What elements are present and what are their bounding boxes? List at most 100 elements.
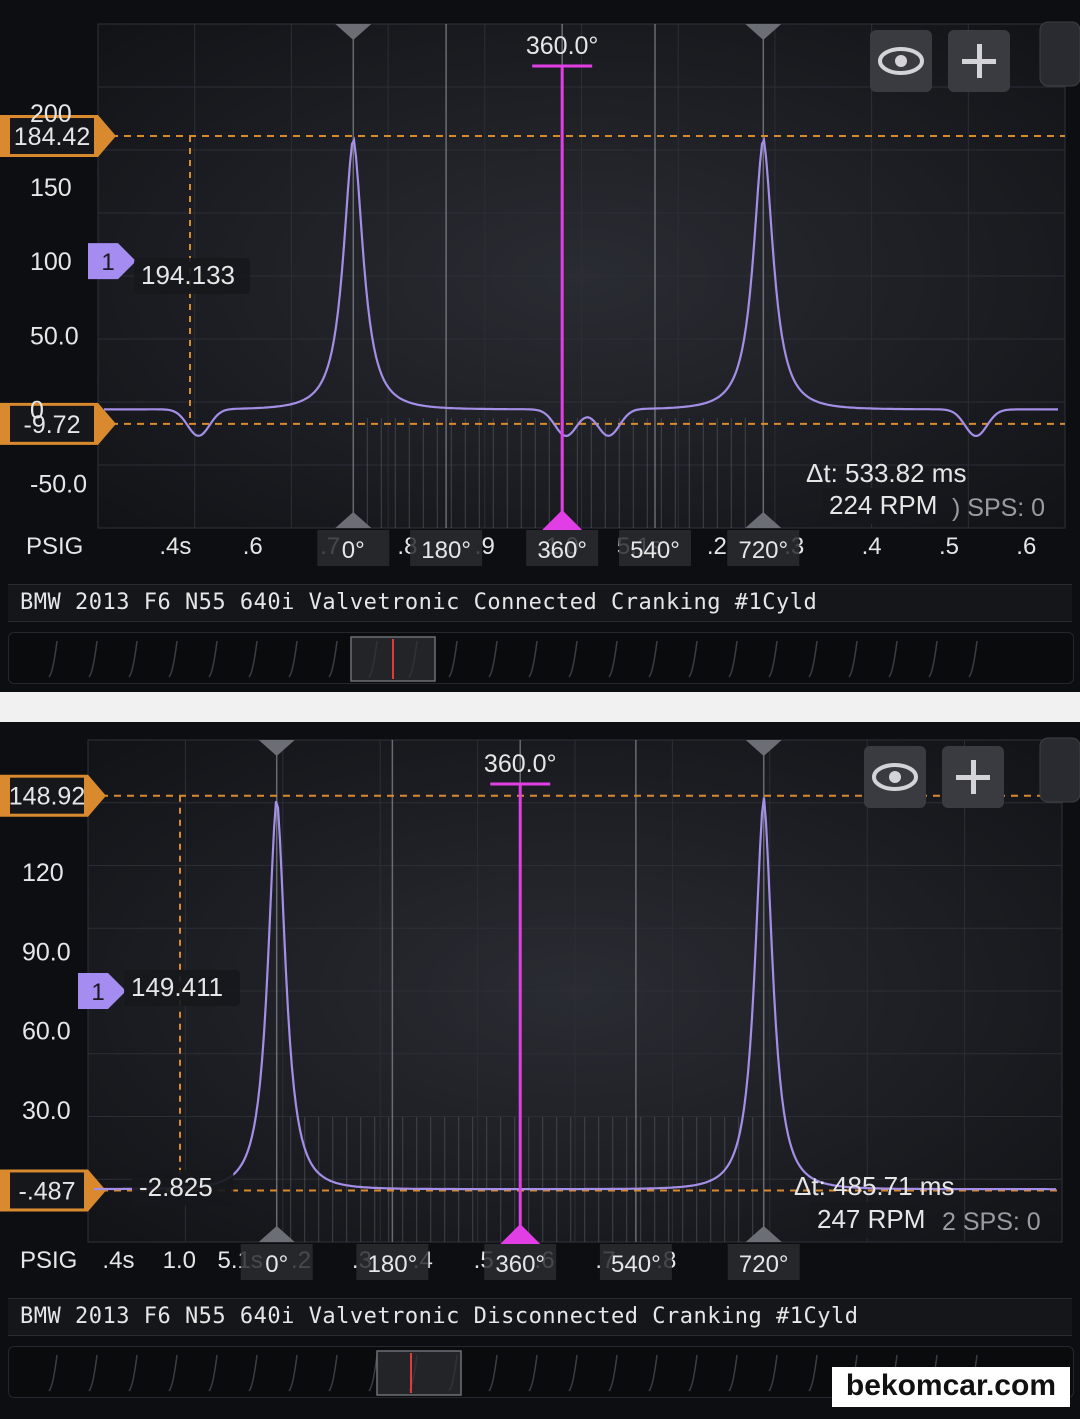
degree-label: 540° (599, 1244, 672, 1280)
y-tick-label: -50.0 (30, 471, 87, 499)
plus-horizontal (962, 59, 996, 64)
overview-trace (608, 1354, 618, 1392)
overview-trace (488, 1354, 498, 1392)
value-readout-text: 194.133 (141, 260, 235, 290)
delta-t-readout: Δt: 533.82 ms (806, 458, 966, 488)
degree-label-text: 360° (495, 1251, 545, 1278)
add-channel-button[interactable] (948, 30, 1010, 92)
overview-trace (328, 640, 338, 678)
x-tick-label: .6 (243, 533, 263, 560)
degree-label: 180° (356, 1244, 429, 1280)
degree-label-text: 0° (342, 537, 365, 564)
overview-trace (688, 1354, 698, 1392)
overview-track[interactable] (9, 633, 1073, 683)
degree-label-text: 540° (630, 537, 680, 564)
overview-trace (768, 640, 778, 678)
rpm-readout-text: 247 RPM (817, 1204, 925, 1234)
overview-trace (128, 1354, 138, 1392)
x-tick-label: .6 (1016, 533, 1036, 560)
scope-panel-disconnected: 148.92 -.487 120 90.0 60.0 30.0 360.0° 1 149.411… (0, 722, 1080, 1419)
overview-trace (928, 640, 938, 678)
waveform-title: BMW 2013 F6 N55 640i Valvetronic Connect… (20, 590, 818, 615)
overview-trace (208, 1354, 218, 1392)
y-tick-label: 90.0 (22, 938, 71, 966)
scope-panel-connected: 184.42 -9.72 200 150 100 50.0 0 -50.0 360.0° 1 194… (0, 0, 1080, 692)
watermark: bekomcar.com (831, 1367, 1070, 1407)
y-tick-label: 120 (22, 859, 64, 887)
overview-trace (568, 640, 578, 678)
visibility-button[interactable] (864, 746, 926, 808)
delta-t-readout: Δt: 485.71 ms (794, 1171, 954, 1201)
add-channel-button[interactable] (942, 746, 1004, 808)
degree-label: 720° (727, 1244, 800, 1280)
value-readout: 194.133 (134, 258, 250, 294)
overview-trace (688, 640, 698, 678)
x-tick-label: .4s (102, 1247, 134, 1274)
degree-label-text: 180° (421, 537, 471, 564)
degree-label-text: 540° (611, 1251, 661, 1278)
rpm-readout: 247 RPM (810, 1202, 926, 1238)
y-tick-label: 150 (30, 174, 72, 202)
overview-trace (528, 640, 538, 678)
ref_high-label: 148.92 (9, 783, 85, 811)
overview-window[interactable] (376, 1350, 462, 1396)
overview-trace (848, 640, 858, 678)
side-drawer-handle[interactable] (1039, 737, 1080, 803)
x-tick-label: .2 (707, 533, 727, 560)
unit-label: PSIG (26, 533, 83, 560)
x-tick-label: .4 (862, 533, 882, 560)
visibility-button[interactable] (870, 30, 932, 92)
x-tick-label: 1.0 (163, 1247, 196, 1274)
waveform-chart-disconnected[interactable]: 148.92 -.487 120 90.0 60.0 30.0 360.0° 1 149.411… (0, 722, 1080, 1292)
overview-trace (648, 1354, 658, 1392)
degree-label: 720° (727, 530, 800, 566)
overview-trace (968, 640, 978, 678)
degree-label: 180° (410, 530, 483, 566)
value-readout-low-text: -2.825 (139, 1172, 213, 1202)
x-tick-label: .4s (159, 533, 191, 560)
degree-label: 360° (526, 530, 599, 566)
overview-trace (48, 1354, 58, 1392)
cursor-label: 360.0° (484, 750, 557, 778)
degree-label: 540° (618, 530, 691, 566)
overview-trace (168, 640, 178, 678)
overview-trace (288, 640, 298, 678)
side-drawer-handle[interactable] (1039, 21, 1080, 87)
y-tick-label: 50.0 (30, 322, 79, 350)
plus-horizontal (956, 775, 990, 780)
eye-pupil (895, 55, 907, 67)
overview-trace (488, 640, 498, 678)
overview-trace (368, 1354, 378, 1392)
overview-trace (888, 640, 898, 678)
ref_low-label: -.487 (19, 1177, 76, 1205)
overview-trace (648, 640, 658, 678)
title-bar: BMW 2013 F6 N55 640i Valvetronic Connect… (8, 584, 1072, 622)
rpm-readout-text: 224 RPM (829, 490, 937, 520)
waveform-title: BMW 2013 F6 N55 640i Valvetronic Disconn… (20, 1304, 859, 1329)
overview-trace (248, 1354, 258, 1392)
degree-label: 0° (240, 1244, 313, 1280)
waveform-chart-connected[interactable]: 184.42-9.7220015010050.00-50.0360.0°1 194… (0, 0, 1080, 578)
overview-trace (88, 640, 98, 678)
overview-trace (528, 1354, 538, 1392)
divider (0, 692, 1080, 722)
y-tick-label: 0 (30, 396, 44, 424)
eye-pupil (889, 771, 901, 783)
overview-scrollbar[interactable] (8, 632, 1074, 684)
degree-label: 0° (317, 530, 390, 566)
overview-trace (48, 640, 58, 678)
rpm-readout: 224 RPM (822, 488, 938, 524)
y-tick-label: 30.0 (22, 1097, 71, 1125)
overview-trace (608, 640, 618, 678)
y-tick-label: 60.0 (22, 1018, 71, 1046)
degree-label: 360° (484, 1244, 557, 1280)
unit-label: PSIG (20, 1247, 77, 1274)
cursor-label: 360.0° (526, 32, 599, 60)
overview-trace (448, 640, 458, 678)
overview-trace (168, 1354, 178, 1392)
title-bar: BMW 2013 F6 N55 640i Valvetronic Disconn… (8, 1298, 1072, 1336)
value-readout-low: -2.825 (132, 1170, 234, 1206)
overview-trace (208, 640, 218, 678)
degree-label-text: 180° (368, 1251, 418, 1278)
channel-1-label: 1 (101, 249, 114, 276)
